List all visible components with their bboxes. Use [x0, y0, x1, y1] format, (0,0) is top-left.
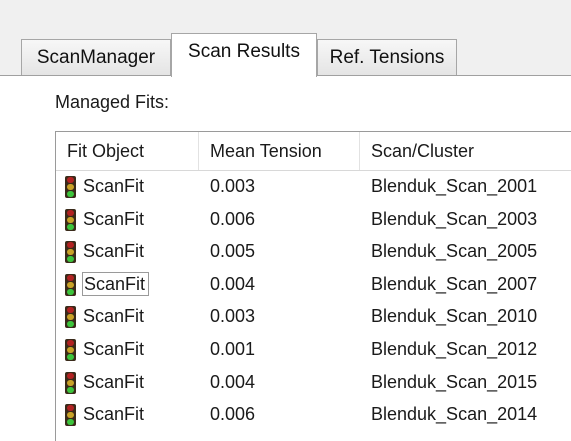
column-header-mean-tension[interactable]: Mean Tension — [199, 132, 360, 170]
green-lamp — [67, 353, 74, 360]
red-lamp — [67, 372, 74, 379]
scan-cluster-cell: Blenduk_Scan_2015 — [371, 371, 538, 392]
traffic-light-green-icon — [65, 176, 76, 198]
fit-object-cell[interactable]: ScanFit — [82, 398, 147, 431]
scan-cluster-cell: Blenduk_Scan_2014 — [371, 404, 538, 425]
list-item[interactable]: ScanFit 0.004 Blenduk_Scan_2015 — [56, 366, 571, 399]
mean-tension-cell: 0.003 — [210, 176, 256, 196]
yellow-lamp — [67, 412, 74, 419]
scan-cluster-cell: Blenduk_Scan_2007 — [371, 273, 538, 294]
fit-object-label: ScanFit — [83, 176, 145, 196]
green-lamp — [67, 223, 74, 230]
red-lamp — [67, 339, 74, 346]
scan-cluster-cell: Blenduk_Scan_2010 — [371, 306, 538, 327]
tab-strip: ScanManager Scan Results Ref. Tensions — [0, 0, 571, 77]
yellow-lamp — [67, 216, 74, 223]
fit-object-label: ScanFit — [83, 208, 145, 229]
red-lamp — [67, 209, 74, 216]
fit-object-cell[interactable]: ScanFit — [82, 366, 147, 399]
list-rows: ScanFit 0.003 Blenduk_Scan_2001 ScanFit 0.00… — [56, 170, 571, 431]
mean-tension-cell: 0.004 — [210, 371, 256, 392]
traffic-light-green-icon — [65, 338, 76, 361]
yellow-lamp — [67, 281, 74, 288]
fit-object-cell[interactable]: ScanFit — [82, 268, 150, 301]
list-item[interactable]: ScanFit 0.006 Blenduk_Scan_2003 — [56, 203, 571, 236]
yellow-lamp — [67, 346, 74, 353]
scan-cluster-cell: Blenduk_Scan_2005 — [371, 241, 538, 262]
fit-object-label: ScanFit — [83, 306, 145, 327]
yellow-lamp — [67, 249, 74, 256]
list-header: Fit Object Mean Tension Scan/Cluster — [56, 132, 571, 171]
scan-cluster-cell: Blenduk_Scan_2001 — [371, 176, 538, 196]
fit-object-label: ScanFit — [82, 271, 150, 296]
fit-object-cell[interactable]: ScanFit — [82, 300, 147, 333]
mean-tension-cell: 0.006 — [210, 404, 256, 425]
fit-object-label: ScanFit — [83, 338, 145, 359]
fit-object-label: ScanFit — [83, 404, 145, 425]
managed-fits-label: Managed Fits: — [55, 92, 170, 112]
red-lamp — [67, 405, 74, 412]
mean-tension-cell: 0.004 — [210, 273, 256, 294]
tab-scanmanager[interactable]: ScanManager — [21, 39, 171, 76]
column-header-scan-cluster[interactable]: Scan/Cluster — [360, 132, 571, 170]
list-item[interactable]: ScanFit 0.001 Blenduk_Scan_2012 — [56, 333, 571, 366]
list-item[interactable]: ScanFit 0.005 Blenduk_Scan_2005 — [56, 235, 571, 268]
list-item[interactable]: ScanFit 0.003 Blenduk_Scan_2010 — [56, 300, 571, 333]
red-lamp — [67, 274, 74, 281]
column-header-fit-object[interactable]: Fit Object — [56, 132, 199, 170]
traffic-light-green-icon — [65, 241, 76, 264]
green-lamp — [67, 288, 74, 295]
red-lamp — [67, 307, 74, 314]
traffic-light-green-icon — [65, 306, 76, 329]
mean-tension-cell: 0.005 — [210, 241, 256, 262]
tab-scan-results[interactable]: Scan Results — [171, 33, 317, 77]
green-lamp — [67, 256, 74, 263]
red-lamp — [67, 177, 74, 183]
yellow-lamp — [67, 184, 74, 190]
fit-object-cell[interactable]: ScanFit — [82, 235, 147, 268]
mean-tension-cell: 0.003 — [210, 306, 256, 327]
list-item[interactable]: ScanFit 0.006 Blenduk_Scan_2014 — [56, 398, 571, 431]
traffic-light-green-icon — [65, 273, 76, 296]
fit-object-cell[interactable]: ScanFit — [82, 333, 147, 366]
scan-cluster-cell: Blenduk_Scan_2012 — [371, 338, 538, 359]
scan-cluster-cell: Blenduk_Scan_2003 — [371, 208, 538, 229]
green-lamp — [67, 419, 74, 426]
green-lamp — [67, 191, 74, 197]
fit-object-cell[interactable]: ScanFit — [82, 203, 147, 236]
traffic-light-green-icon — [65, 371, 76, 394]
mean-tension-cell: 0.006 — [210, 208, 256, 229]
red-lamp — [67, 242, 74, 249]
yellow-lamp — [67, 314, 74, 321]
tab-ref-tensions[interactable]: Ref. Tensions — [317, 39, 457, 76]
fit-object-label: ScanFit — [83, 371, 145, 392]
green-lamp — [67, 321, 74, 328]
traffic-light-green-icon — [65, 208, 76, 231]
list-item[interactable]: ScanFit 0.004 Blenduk_Scan_2007 — [56, 268, 571, 301]
fit-object-cell[interactable]: ScanFit — [82, 170, 147, 203]
traffic-light-green-icon — [65, 404, 76, 427]
mean-tension-cell: 0.001 — [210, 338, 256, 359]
scan-window: ScanManager Scan Results Ref. Tensions M… — [0, 0, 571, 441]
fit-object-label: ScanFit — [83, 241, 145, 262]
yellow-lamp — [67, 379, 74, 386]
green-lamp — [67, 386, 74, 393]
managed-fits-list[interactable]: Fit Object Mean Tension Scan/Cluster Sca… — [55, 131, 571, 441]
list-item[interactable]: ScanFit 0.003 Blenduk_Scan_2001 — [56, 170, 571, 203]
